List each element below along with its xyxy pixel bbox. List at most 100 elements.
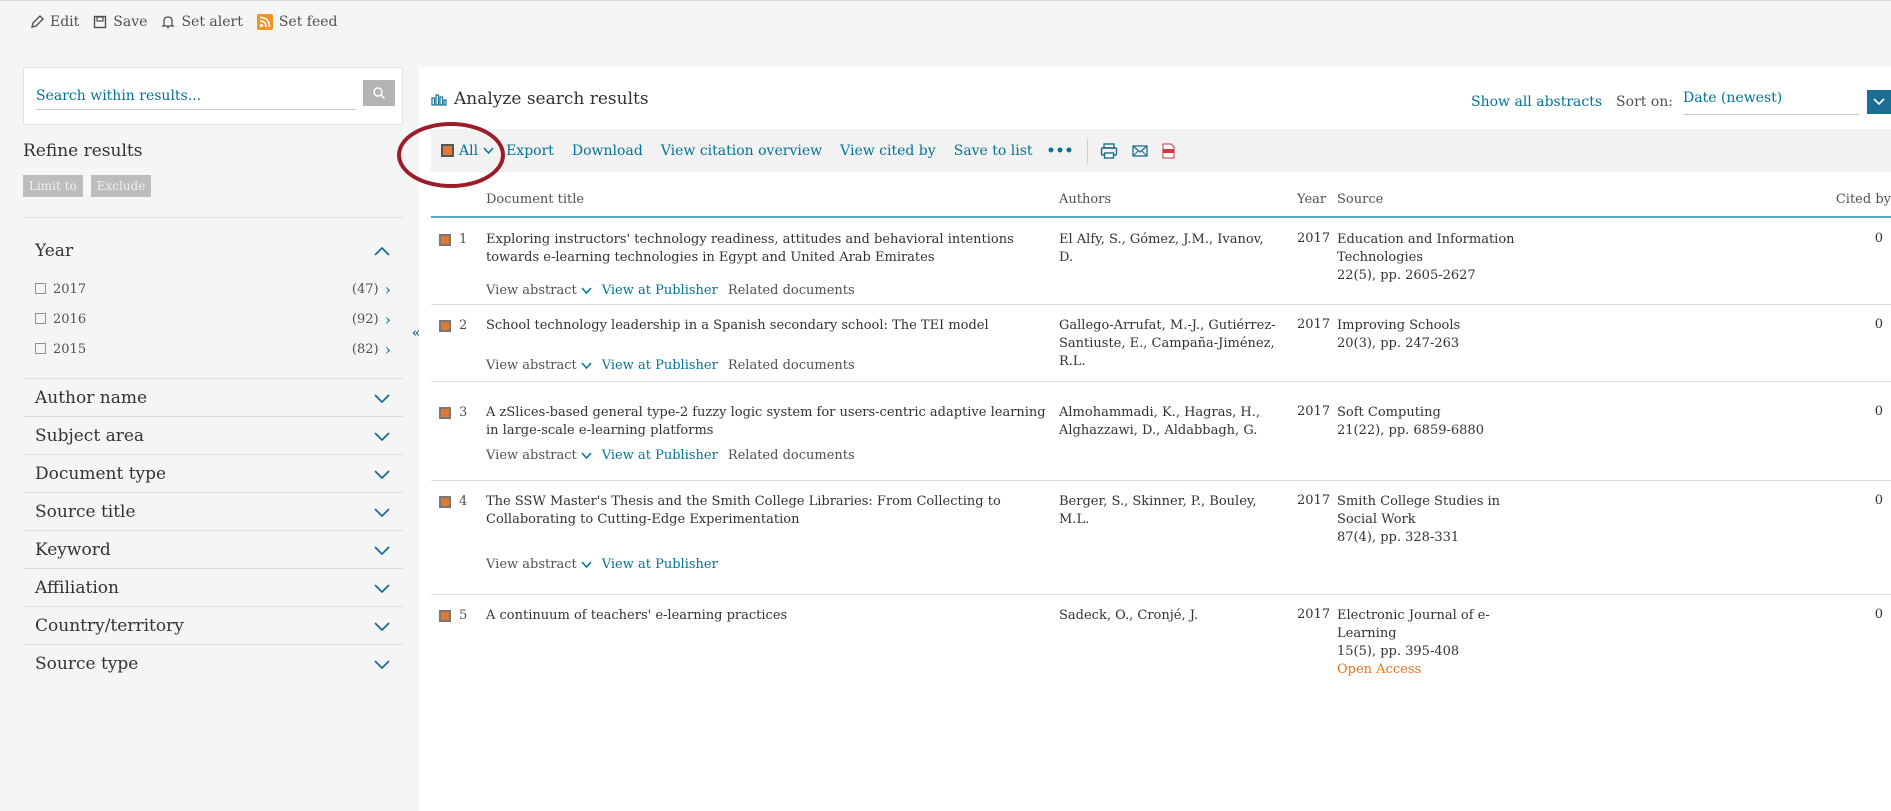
view-abstract-label: View abstract [486, 557, 577, 572]
email-button[interactable] [1132, 144, 1149, 157]
sort-dropdown-button[interactable] [1867, 90, 1891, 114]
column-source[interactable]: Source [1337, 192, 1383, 207]
column-year[interactable]: Year [1297, 192, 1326, 207]
show-all-abstracts-link[interactable]: Show all abstracts [1471, 94, 1602, 110]
pdf-button[interactable] [1162, 143, 1175, 159]
year-option-2015[interactable]: 2015 (82) › [23, 334, 403, 364]
year-option-2016[interactable]: 2016 (92) › [23, 304, 403, 334]
search-button[interactable] [363, 80, 395, 106]
view-at-publisher-link[interactable]: View at Publisher [602, 358, 718, 373]
result-actions: View abstract View at Publisher [486, 557, 718, 572]
checkbox[interactable] [35, 342, 46, 354]
result-authors[interactable]: Berger, S., Skinner, P., Bouley, M.L. [1059, 493, 1279, 529]
sort-select[interactable]: Date (newest) [1683, 89, 1859, 115]
result-title-link[interactable]: Exploring instructors' technology readin… [486, 231, 1046, 267]
result-source-title[interactable]: Education and Information Technologies [1337, 232, 1515, 265]
view-at-publisher-link[interactable]: View at Publisher [602, 557, 718, 572]
result-source-title[interactable]: Electronic Journal of e-Learning [1337, 608, 1490, 641]
result-checkbox[interactable] [439, 496, 451, 508]
related-documents-link[interactable]: Related documents [728, 283, 855, 298]
facet-keyword[interactable]: Keyword [23, 530, 403, 568]
facet-country-territory[interactable]: Country/territory [23, 606, 403, 644]
result-number: 4 [459, 494, 468, 509]
facet-subject-area[interactable]: Subject area [23, 416, 403, 454]
result-number: 2 [459, 318, 468, 333]
limit-to-button[interactable]: Limit to [23, 175, 83, 197]
result-row: 3 A zSlices-based general type-2 fuzzy l… [431, 393, 1891, 481]
result-source: Soft Computing 21(22), pp. 6859-6880 [1337, 404, 1527, 440]
view-abstract-toggle[interactable]: View abstract [486, 557, 592, 572]
result-authors[interactable]: Almohammadi, K., Hagras, H., Alghazzawi,… [1059, 404, 1279, 440]
view-at-publisher-link[interactable]: View at Publisher [602, 448, 718, 463]
result-title-link[interactable]: School technology leadership in a Spanis… [486, 317, 1046, 335]
save-button[interactable]: Save [93, 14, 147, 30]
column-cited-by[interactable]: Cited by [1836, 192, 1891, 207]
top-toolbar: Edit Save Set alert Set feed [30, 14, 338, 30]
view-at-publisher-link[interactable]: View at Publisher [602, 283, 718, 298]
view-abstract-toggle[interactable]: View abstract [486, 448, 592, 463]
edit-button[interactable]: Edit [30, 14, 79, 30]
related-documents-link[interactable]: Related documents [728, 448, 855, 463]
print-button[interactable] [1100, 142, 1118, 159]
result-source-title[interactable]: Soft Computing [1337, 405, 1441, 420]
download-link[interactable]: Download [572, 143, 643, 159]
year-option-label: 2016 [35, 312, 86, 327]
checkbox[interactable] [35, 282, 46, 294]
result-checkbox[interactable] [439, 320, 451, 332]
result-cited-by: 0 [1874, 493, 1883, 508]
chevron-right-icon[interactable]: › [385, 340, 391, 359]
result-source-detail: 87(4), pp. 328-331 [1337, 530, 1460, 545]
results-column-header: Document title Authors Year Source Cited… [431, 184, 1891, 218]
facet-document-type[interactable]: Document type [23, 454, 403, 492]
set-feed-label: Set feed [278, 14, 338, 30]
chevron-right-icon[interactable]: › [385, 280, 391, 299]
result-title-link[interactable]: A continuum of teachers' e-learning prac… [486, 607, 1046, 625]
save-to-list-link[interactable]: Save to list [954, 143, 1033, 159]
result-title-link[interactable]: A zSlices-based general type-2 fuzzy log… [486, 404, 1046, 440]
export-link[interactable]: Export [506, 143, 554, 159]
exclude-button[interactable]: Exclude [90, 175, 152, 197]
set-alert-button[interactable]: Set alert [161, 14, 243, 30]
view-abstract-toggle[interactable]: View abstract [486, 358, 592, 373]
facet-affiliation[interactable]: Affiliation [23, 568, 403, 606]
year-facet-header[interactable]: Year [23, 218, 403, 274]
chevron-down-icon [374, 583, 390, 593]
year-option-2017[interactable]: 2017 (47) › [23, 274, 403, 304]
year-count-value: (92) [351, 311, 379, 327]
result-checkbox[interactable] [439, 610, 451, 622]
result-source-detail: 15(5), pp. 395-408 [1337, 644, 1460, 659]
view-cited-by-link[interactable]: View cited by [840, 143, 936, 159]
results-toolbar: All Export Download View citation overvi… [431, 129, 1891, 172]
facet-source-title[interactable]: Source title [23, 492, 403, 530]
facet-label: Document type [35, 463, 167, 484]
result-authors[interactable]: Sadeck, O., Cronjé, J. [1059, 607, 1279, 625]
result-authors[interactable]: Gallego-Arrufat, M.-J., Gutiérrez-Santiu… [1059, 317, 1279, 371]
facet-source-type[interactable]: Source type [23, 644, 403, 682]
result-row: 2 School technology leadership in a Span… [431, 306, 1891, 382]
search-within-input[interactable] [36, 82, 356, 110]
result-source-title[interactable]: Smith College Studies in Social Work [1337, 494, 1500, 527]
result-checkbox[interactable] [439, 407, 451, 419]
set-feed-button[interactable]: Set feed [256, 14, 338, 30]
column-authors[interactable]: Authors [1059, 192, 1111, 207]
result-source: Improving Schools 20(3), pp. 247-263 [1337, 317, 1527, 353]
more-options-button[interactable]: ••• [1047, 143, 1074, 159]
facet-author-name[interactable]: Author name [23, 378, 403, 416]
chevron-right-icon[interactable]: › [385, 310, 391, 329]
checkbox[interactable] [35, 312, 46, 324]
result-checkbox[interactable] [439, 234, 451, 246]
result-row: 4 The SSW Master's Thesis and the Smith … [431, 482, 1891, 595]
result-authors[interactable]: El Alfy, S., Gómez, J.M., Ivanov, D. [1059, 231, 1279, 267]
view-citation-overview-link[interactable]: View citation overview [661, 143, 822, 159]
related-documents-link[interactable]: Related documents [728, 358, 855, 373]
view-abstract-toggle[interactable]: View abstract [486, 283, 592, 298]
column-document-title[interactable]: Document title [486, 192, 584, 207]
result-source-title[interactable]: Improving Schools [1337, 318, 1460, 333]
result-source-detail: 21(22), pp. 6859-6880 [1337, 423, 1484, 438]
chevron-down-icon [1873, 98, 1885, 106]
chevron-down-icon [374, 507, 390, 517]
result-row: 5 A continuum of teachers' e-learning pr… [431, 596, 1891, 811]
result-source: Electronic Journal of e-Learning 15(5), p… [1337, 607, 1527, 679]
analyze-search-results-link[interactable]: Analyze search results [431, 89, 649, 109]
result-title-link[interactable]: The SSW Master's Thesis and the Smith Co… [486, 493, 1046, 529]
